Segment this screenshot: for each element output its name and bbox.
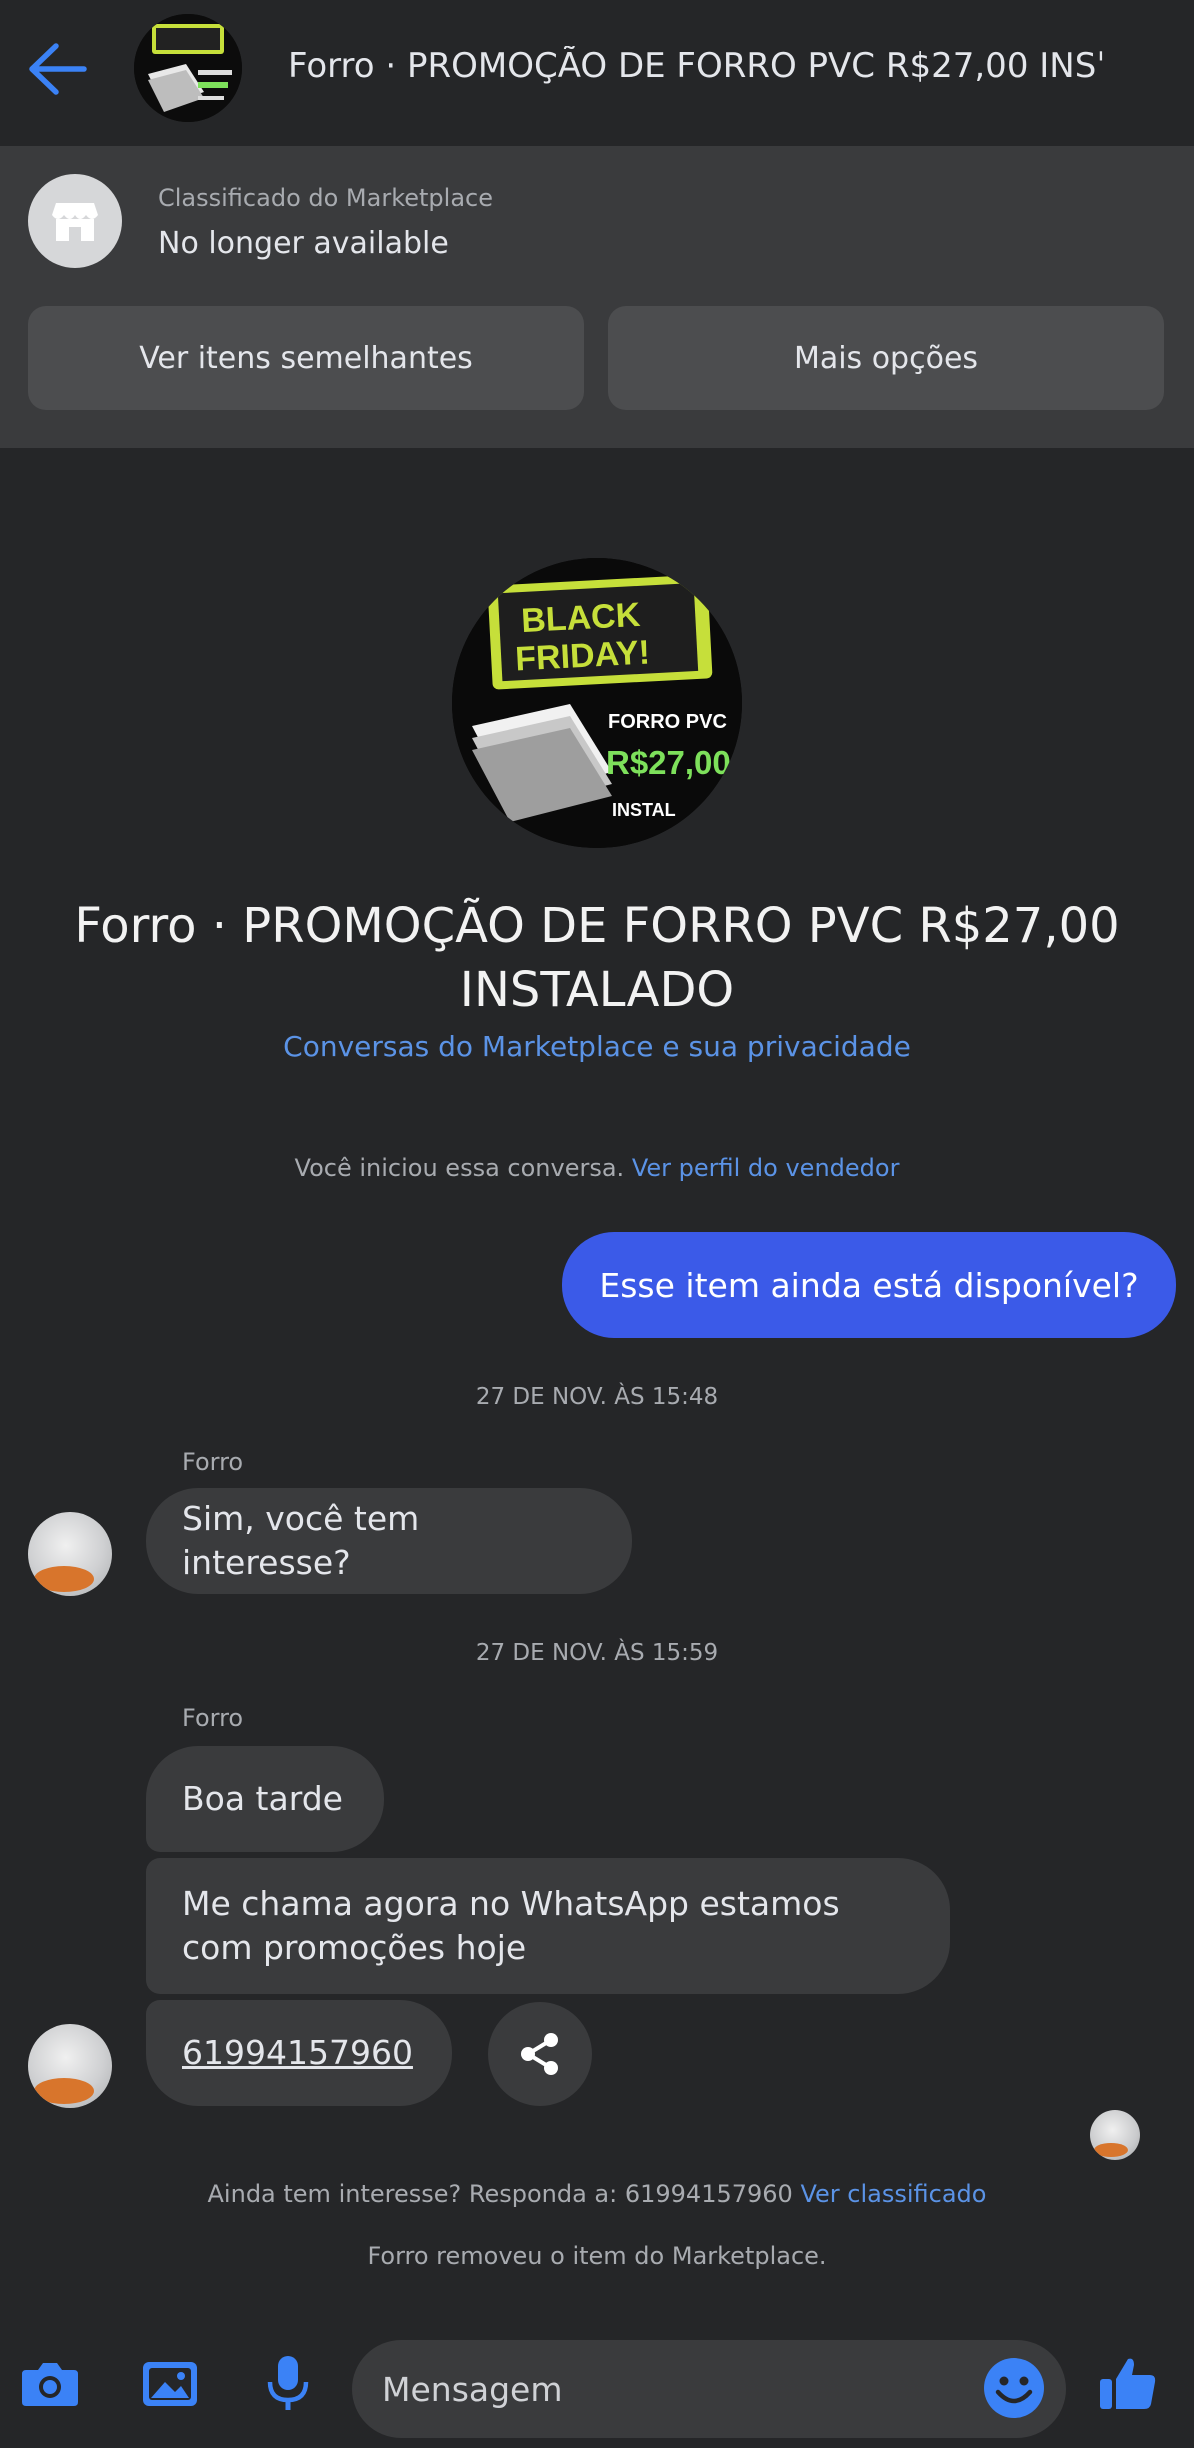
arrow-left-icon (29, 43, 87, 95)
received-message[interactable]: Me chama agora no WhatsApp estamos com p… (146, 1858, 950, 1994)
message-timestamp: 27 DE NOV. ÀS 15:48 (475, 1384, 719, 1410)
message-timestamp: 27 DE NOV. ÀS 15:59 (475, 1640, 719, 1666)
share-button[interactable] (488, 2002, 592, 2106)
received-message[interactable]: Sim, você tem interesse? (146, 1488, 632, 1594)
promo-product: FORRO PVC (608, 711, 727, 733)
read-receipt-avatar (1090, 2110, 1140, 2160)
received-message[interactable]: Boa tarde (146, 1746, 384, 1852)
listing-image[interactable]: BLACK FRIDAY! FORRO PVC R$27,00 INSTAL (452, 558, 742, 848)
phone-number-link[interactable]: 61994157960 (146, 2000, 452, 2106)
still-interested-text: Ainda tem interesse? Responda a: 6199415… (207, 2180, 793, 2208)
message-input[interactable] (352, 2340, 1066, 2438)
seller-avatar[interactable] (28, 1512, 112, 1596)
similar-items-button[interactable]: Ver itens semelhantes (28, 306, 584, 410)
promo-line-2: FRIDAY! (514, 633, 651, 678)
camera-icon[interactable] (14, 2348, 86, 2420)
started-text: Você iniciou essa conversa. (294, 1154, 625, 1182)
availability-status: No longer available (158, 226, 449, 261)
listing-avatar[interactable] (134, 14, 242, 122)
share-icon (521, 2033, 558, 2075)
sent-message[interactable]: Esse item ainda está disponível? (562, 1232, 1176, 1338)
back-button[interactable] (22, 36, 92, 102)
promo-footer: INSTAL (612, 800, 676, 820)
item-removed-note: Forro removeu o item do Marketplace. (367, 2242, 827, 2270)
more-options-button[interactable]: Mais opções (608, 306, 1164, 410)
mic-icon[interactable] (252, 2348, 324, 2420)
marketplace-banner: Classificado do Marketplace No longer av… (0, 146, 1194, 448)
messenger-screen: Forro · PROMOÇÃO DE FORRO PVC R$27,00 IN… (0, 0, 1194, 2448)
thumbs-up-icon[interactable] (1092, 2348, 1164, 2420)
promo-price: R$27,00 (606, 744, 731, 781)
banner-label: Classificado do Marketplace (158, 184, 493, 212)
privacy-link[interactable]: Conversas do Marketplace e sua privacida… (0, 1030, 1194, 1063)
listing-title: Forro · PROMOÇÃO DE FORRO PVC R$27,00 IN… (74, 898, 1120, 1018)
conversation-title[interactable]: Forro · PROMOÇÃO DE FORRO PVC R$27,00 IN… (288, 46, 1128, 96)
emoji-icon[interactable] (982, 2356, 1046, 2420)
sender-name: Forro (182, 1704, 244, 1732)
conversation-started-note: Você iniciou essa conversa. Ver perfil d… (0, 1154, 1194, 1182)
sender-name: Forro (182, 1448, 244, 1476)
storefront-icon (28, 174, 122, 268)
top-bar: Forro · PROMOÇÃO DE FORRO PVC R$27,00 IN… (0, 0, 1194, 146)
gallery-icon[interactable] (134, 2348, 206, 2420)
seller-profile-link[interactable]: Ver perfil do vendedor (632, 1154, 900, 1182)
listing-thumbnail-image (134, 14, 242, 122)
promo-line-1: BLACK (520, 596, 641, 640)
seller-avatar[interactable] (28, 2024, 112, 2108)
still-interested-note: Ainda tem interesse? Responda a: 6199415… (0, 2180, 1194, 2208)
page-margin (1194, 0, 1200, 2448)
message-composer (0, 2320, 1194, 2448)
view-listing-link[interactable]: Ver classificado (800, 2180, 986, 2208)
